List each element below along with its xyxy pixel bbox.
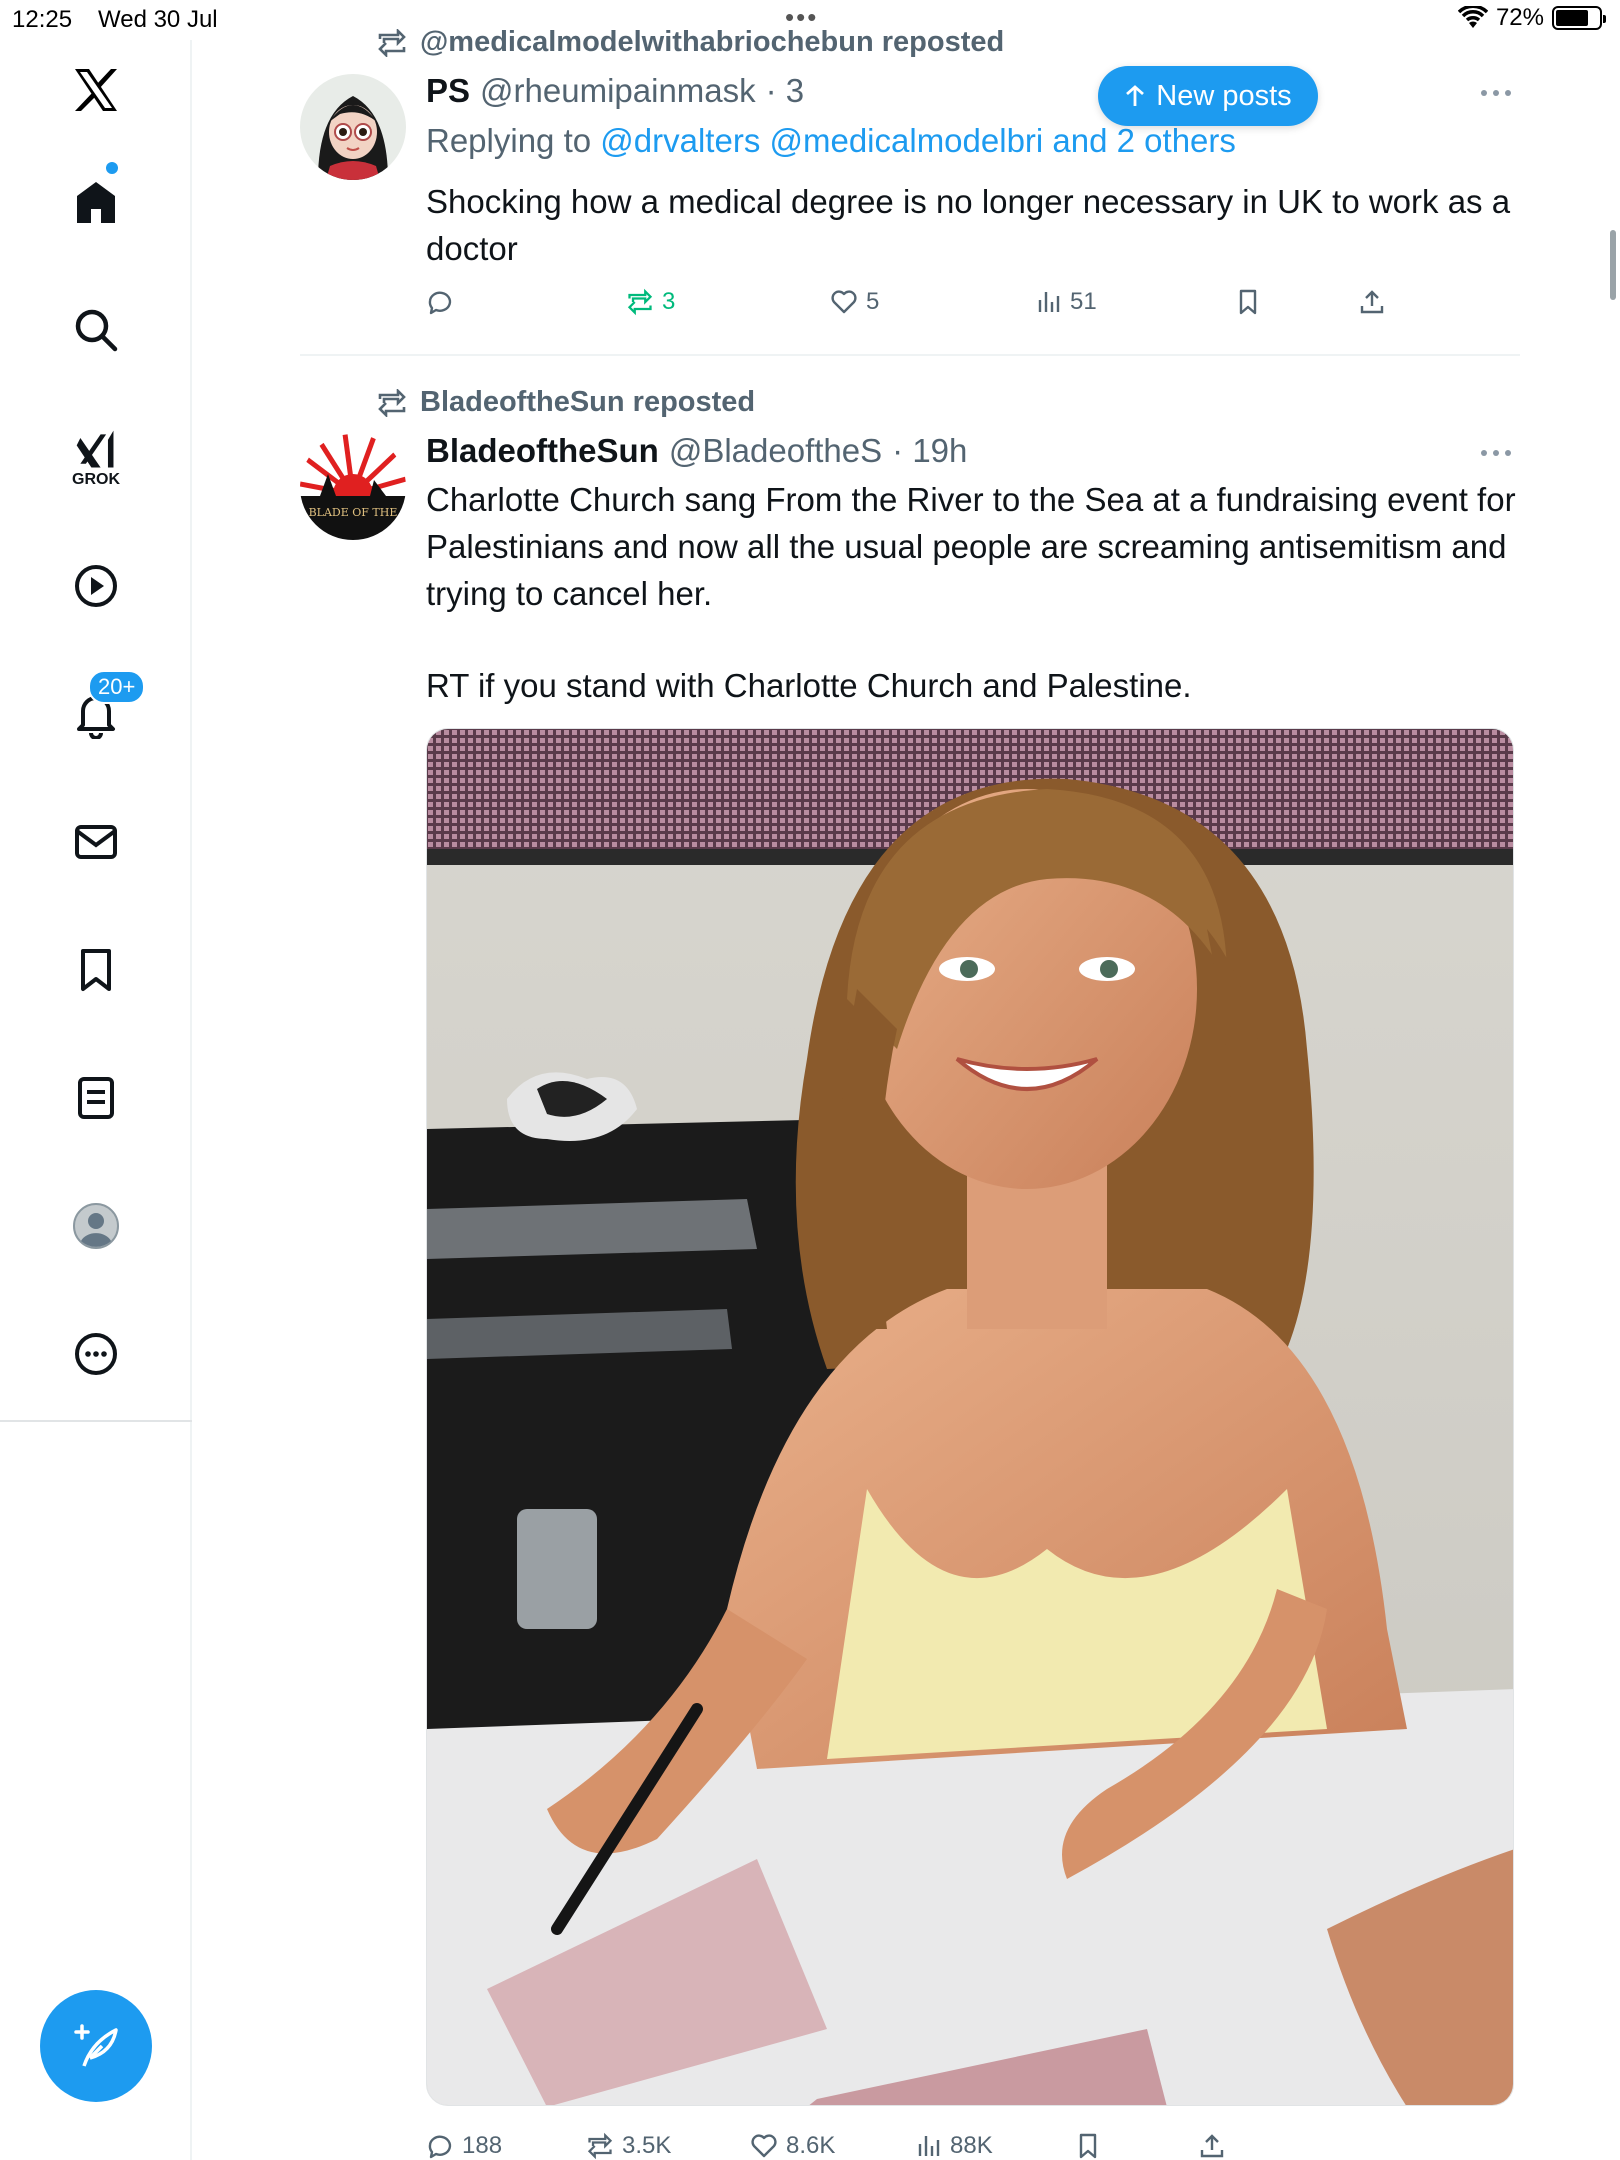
views-button[interactable]: 51 <box>1034 288 1097 316</box>
reply-button[interactable] <box>426 288 462 316</box>
avatar[interactable]: BLADE OF THE <box>300 434 406 540</box>
video-nav[interactable] <box>48 538 144 634</box>
share-icon <box>1200 2134 1224 2158</box>
share-button[interactable] <box>1198 2132 1226 2160</box>
timestamp[interactable]: · 19h <box>892 432 967 470</box>
reply-icon <box>428 291 452 315</box>
replying-to: Replying to @drvalters @medicalmodelbri … <box>426 122 1236 160</box>
new-posts-button[interactable]: New posts <box>1098 66 1318 126</box>
bookmark-icon <box>81 949 111 991</box>
repost-button[interactable]: 3 <box>626 288 675 316</box>
search-nav[interactable] <box>48 282 144 378</box>
tweet-text: Shocking how a medical degree is no long… <box>426 183 1511 267</box>
display-name[interactable]: PS <box>426 72 470 110</box>
views-button[interactable]: 88K <box>914 2132 993 2160</box>
timestamp[interactable]: · 3 <box>766 72 805 110</box>
tweet-divider <box>300 354 1520 356</box>
status-time: 12:25 <box>12 6 73 33</box>
views-count: 51 <box>1070 288 1097 315</box>
arrow-up-icon <box>1126 85 1145 106</box>
tweet-text: Charlotte Church sang From the River to … <box>426 481 1516 612</box>
like-count: 5 <box>866 288 880 315</box>
sidebar: GROK 20+ <box>0 40 192 2160</box>
repost-icon <box>378 388 406 417</box>
avatar-logo-text: BLADE OF THE <box>309 506 398 519</box>
status-date: Wed 30 Jul <box>98 6 218 33</box>
more-nav[interactable] <box>48 1306 144 1402</box>
reply-count: 188 <box>462 2132 503 2159</box>
repost-count: 3 <box>662 288 676 315</box>
wifi-icon <box>1457 6 1488 28</box>
notifications-nav[interactable]: 20+ <box>48 666 146 762</box>
share-button[interactable] <box>1358 288 1386 316</box>
like-button[interactable]: 8.6K <box>750 2132 835 2160</box>
notification-badge: 20+ <box>88 670 146 704</box>
repost-context-text: @medicalmodelwithabriochebun reposted <box>420 26 1005 58</box>
heart-icon <box>751 2134 777 2158</box>
grok-nav[interactable]: GROK <box>48 410 144 506</box>
reply-icon <box>428 2135 452 2159</box>
mail-icon <box>75 825 117 859</box>
bookmark-icon <box>1079 2133 1097 2159</box>
repost-button[interactable]: 3.5K <box>586 2132 671 2160</box>
views-chart-icon <box>1038 292 1060 312</box>
like-button[interactable]: 5 <box>830 288 879 316</box>
tweet-header: BladeoftheSun @BladeoftheS · 19h <box>426 432 967 470</box>
sidebar-divider <box>0 1420 192 1422</box>
x-logo-icon[interactable] <box>48 42 144 138</box>
views-count: 88K <box>950 2132 993 2159</box>
compose-button[interactable] <box>40 1990 152 2102</box>
replying-prefix: Replying to <box>426 122 592 159</box>
replying-targets[interactable]: @drvalters @medicalmodelbri and 2 others <box>600 122 1236 159</box>
photo-illustration <box>427 729 1513 2105</box>
new-posts-label: New posts <box>1156 79 1292 112</box>
play-icon <box>75 565 117 607</box>
tweet-header: PS @rheumipainmask · 3 <box>426 72 804 110</box>
handle[interactable]: @rheumipainmask <box>480 72 756 110</box>
share-icon <box>1360 290 1384 314</box>
bookmark-icon <box>1239 289 1257 315</box>
lists-nav[interactable] <box>48 1050 144 1146</box>
avatar[interactable] <box>300 74 406 180</box>
bookmark-button[interactable] <box>1234 288 1262 316</box>
more-circle-icon <box>75 1333 117 1375</box>
grok-label: GROK <box>72 471 120 488</box>
tweet-text-2: RT if you stand with Charlotte Church an… <box>426 667 1192 704</box>
more-options-icon[interactable] <box>1480 448 1512 458</box>
views-chart-icon <box>918 2136 940 2156</box>
repost-count: 3.5K <box>622 2132 672 2159</box>
repost-context-text: BladeoftheSun reposted <box>420 386 756 418</box>
repost-icon <box>627 288 653 316</box>
reply-button[interactable]: 188 <box>426 2132 502 2160</box>
profile-avatar-icon <box>73 1203 119 1249</box>
search-icon <box>75 309 118 352</box>
unread-dot <box>106 162 118 174</box>
battery-icon <box>1552 6 1606 30</box>
handle[interactable]: @BladeoftheS <box>669 432 882 470</box>
bookmarks-nav[interactable] <box>48 922 144 1018</box>
repost-context: BladeoftheSun reposted <box>376 386 755 419</box>
scrollbar-thumb[interactable] <box>1610 230 1616 300</box>
tweet-photo[interactable] <box>426 728 1514 2106</box>
list-icon <box>78 1077 114 1119</box>
more-options-icon[interactable] <box>1480 88 1512 98</box>
home-icon <box>77 182 115 223</box>
heart-icon <box>831 290 857 314</box>
profile-nav[interactable] <box>48 1178 144 1274</box>
repost-context: @medicalmodelwithabriochebun reposted <box>376 26 1004 59</box>
compose-feather-icon <box>74 2024 118 2067</box>
bookmark-button[interactable] <box>1074 2132 1102 2160</box>
messages-nav[interactable] <box>48 794 144 890</box>
home-nav[interactable] <box>48 154 144 250</box>
display-name[interactable]: BladeoftheSun <box>426 432 659 470</box>
battery-percent: 72% <box>1495 4 1544 31</box>
repost-icon <box>378 28 406 57</box>
grok-icon <box>76 430 114 468</box>
repost-icon <box>587 2132 613 2160</box>
like-count: 8.6K <box>786 2132 836 2159</box>
